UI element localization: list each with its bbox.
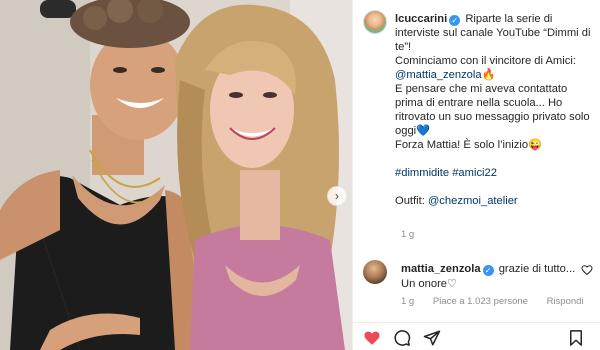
heart-filled-icon[interactable] (363, 329, 381, 347)
fire-emoji: 🔥 (481, 69, 496, 81)
mention-link[interactable]: @mattia_zenzola (395, 69, 482, 81)
hashtags-link[interactable]: #dimmidite #amici22 (395, 167, 497, 179)
paper-plane-icon[interactable] (423, 329, 441, 347)
verified-badge-icon: ✓ (449, 15, 461, 26)
outfit-mention-link[interactable]: @chezmoi_atelier (428, 195, 518, 207)
comment-like-icon[interactable] (581, 264, 593, 276)
comment-body: mattia_zenzola ✓ grazie di tutto... Un on… (401, 262, 576, 292)
verified-badge-icon: ✓ (482, 265, 494, 276)
action-bar (353, 322, 600, 350)
caption-area: lcuccarini ✓ Riparte la serie di intervis… (353, 0, 600, 245)
comment-bubble-icon[interactable] (393, 329, 411, 347)
comment-meta: 1 g Piace a 1.023 persone Rispondi (401, 296, 600, 307)
outfit-label: Outfit: (395, 195, 428, 207)
bookmark-icon[interactable] (567, 329, 585, 347)
wink-emoji: 😜 (528, 139, 542, 151)
caption-line-4: Forza Mattia! È solo l’inizio (395, 139, 529, 151)
caption-line-2: Cominciamo con il vincitore di Amici: (395, 55, 576, 67)
post-photo: › (0, 0, 352, 350)
photo-illustration (0, 0, 352, 350)
carousel-next-button[interactable]: › (327, 186, 347, 206)
comment-item: mattia_zenzola ✓ grazie di tutto... Un on… (353, 256, 600, 314)
blue-heart-emoji: 💙 (416, 125, 431, 137)
comment-likes[interactable]: Piace a 1.023 persone (433, 296, 528, 307)
post-timestamp: 1 g (401, 229, 415, 240)
commenter-avatar[interactable] (363, 260, 387, 284)
chevron-right-icon: › (335, 189, 339, 203)
post-side-panel: lcuccarini ✓ Riparte la serie di intervis… (352, 0, 600, 350)
post-caption: lcuccarini ✓ Riparte la serie di intervis… (395, 12, 595, 208)
author-avatar[interactable] (363, 10, 387, 34)
commenter-username[interactable]: mattia_zenzola (401, 263, 481, 275)
author-username[interactable]: lcuccarini (395, 13, 447, 25)
comment-time: 1 g (401, 296, 415, 307)
reply-button[interactable]: Rispondi (547, 296, 584, 307)
